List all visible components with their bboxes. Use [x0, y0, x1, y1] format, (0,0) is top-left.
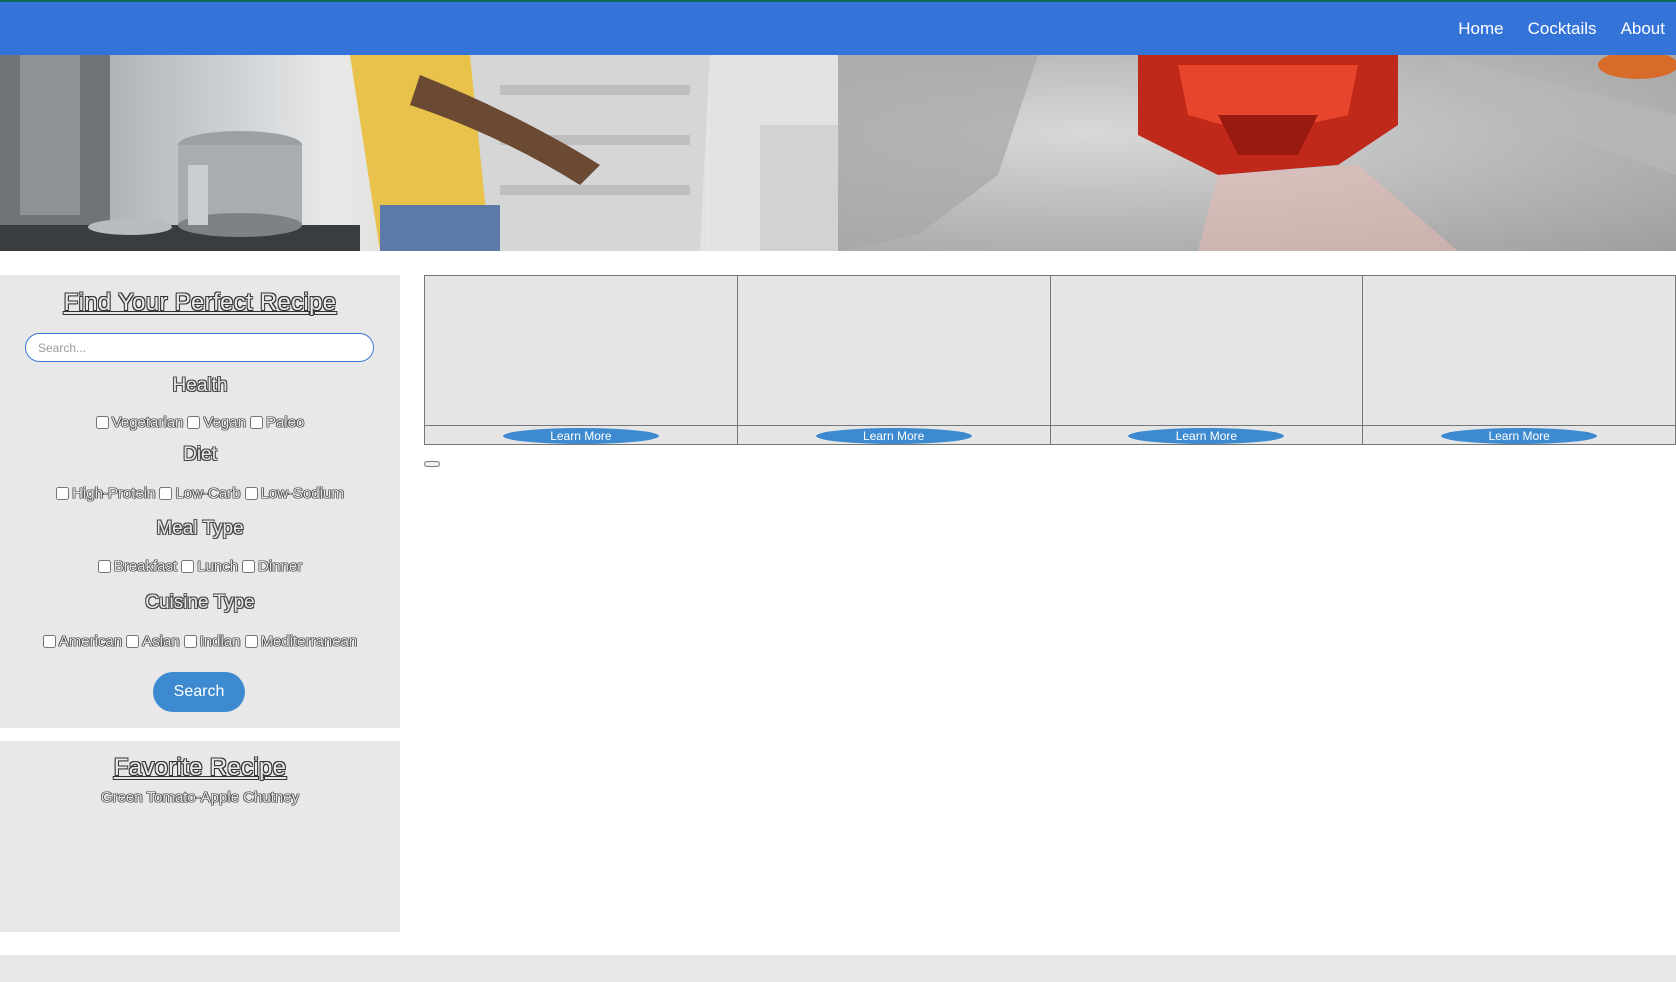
- recipe-card-grid: Learn More Learn More Learn More Learn M…: [424, 275, 1676, 445]
- search-input[interactable]: [25, 333, 374, 362]
- option-label: American: [58, 633, 123, 650]
- option-label: Paleo: [265, 414, 305, 431]
- option-vegan[interactable]: Vegan: [187, 414, 246, 431]
- checkbox-breakfast[interactable]: [97, 560, 111, 573]
- search-panel: Find Your Perfect Recipe Health Vegetari…: [0, 275, 400, 728]
- checkbox-vegan[interactable]: [187, 416, 201, 429]
- option-mediterranean[interactable]: Mediterranean: [244, 633, 358, 650]
- nav-link-cocktails[interactable]: Cocktails: [1528, 19, 1597, 39]
- option-dinner[interactable]: Dinner: [242, 558, 302, 575]
- option-lunch[interactable]: Lunch: [181, 558, 238, 575]
- recipe-card-image: [737, 276, 1050, 426]
- checkbox-asian[interactable]: [126, 635, 140, 648]
- recipe-card-image: [1050, 276, 1363, 426]
- navbar: Home Cocktails About: [0, 2, 1676, 55]
- search-button[interactable]: Search: [153, 672, 245, 712]
- favorites-panel: Favorite Recipe Green Tomato-Apple Chutn…: [0, 741, 400, 932]
- hero-image-cocktail: [838, 55, 1676, 251]
- option-label: Asian: [142, 633, 180, 650]
- option-paleo[interactable]: Paleo: [249, 414, 305, 431]
- nav-link-home[interactable]: Home: [1458, 19, 1503, 39]
- cocktail-illustration: [838, 55, 1676, 251]
- footer: [0, 955, 1676, 982]
- checkbox-paleo[interactable]: [249, 416, 263, 429]
- option-low-sodium[interactable]: Low-Sodium: [244, 485, 344, 502]
- diet-options: High-Protein Low-Carb Low-Sodium: [0, 485, 400, 502]
- option-indian[interactable]: Indian: [183, 633, 241, 650]
- health-options: Vegetarian Vegan Paleo: [0, 414, 400, 431]
- option-label: Vegan: [203, 414, 246, 431]
- learn-more-button[interactable]: Learn More: [1441, 428, 1598, 444]
- recipe-card: Learn More: [1363, 276, 1675, 444]
- option-label: Mediterranean: [260, 633, 358, 650]
- checkbox-low-sodium[interactable]: [244, 487, 258, 500]
- option-label: Indian: [199, 633, 241, 650]
- recipe-card: Learn More: [1050, 276, 1364, 444]
- checkbox-dinner[interactable]: [242, 560, 256, 573]
- learn-more-button[interactable]: Learn More: [815, 428, 972, 444]
- recipe-card-image: [425, 276, 737, 426]
- option-asian[interactable]: Asian: [126, 633, 180, 650]
- section-title-cuisine-type: Cuisine Type: [145, 592, 255, 613]
- option-label: Dinner: [258, 558, 303, 575]
- option-label: Breakfast: [113, 558, 178, 575]
- option-vegetarian[interactable]: Vegetarian: [95, 414, 184, 431]
- option-label: Lunch: [197, 558, 239, 575]
- section-title-meal-type: Meal Type: [156, 518, 244, 539]
- recipe-card: Learn More: [737, 276, 1051, 444]
- option-high-protein[interactable]: High-Protein: [56, 485, 155, 502]
- checkbox-low-carb[interactable]: [159, 487, 173, 500]
- learn-more-button[interactable]: Learn More: [502, 428, 659, 444]
- recipe-card-image: [1363, 276, 1675, 426]
- option-label: Low-Carb: [175, 485, 241, 502]
- hero-image-kitchen: [0, 55, 838, 251]
- option-label: High-Protein: [72, 485, 156, 502]
- checkbox-mediterranean[interactable]: [244, 635, 258, 648]
- section-title-diet: Diet: [183, 444, 217, 465]
- empty-small-button[interactable]: [424, 461, 440, 467]
- cuisine-type-options: American Asian Indian Mediterranean: [0, 633, 400, 650]
- checkbox-vegetarian[interactable]: [95, 416, 109, 429]
- favorite-recipe-item[interactable]: Green Tomato-Apple Chutney: [0, 789, 400, 806]
- meal-type-options: Breakfast Lunch Dinner: [0, 558, 400, 575]
- section-title-health: Health: [172, 375, 228, 396]
- kitchen-illustration: [0, 55, 838, 251]
- option-label: Vegetarian: [111, 414, 184, 431]
- option-breakfast[interactable]: Breakfast: [97, 558, 178, 575]
- option-label: Low-Sodium: [260, 485, 344, 502]
- hero-banner: [0, 55, 1676, 251]
- learn-more-button[interactable]: Learn More: [1128, 428, 1285, 444]
- checkbox-high-protein[interactable]: [56, 487, 70, 500]
- option-low-carb[interactable]: Low-Carb: [159, 485, 241, 502]
- recipe-card: Learn More: [425, 276, 738, 444]
- favorites-title: Favorite Recipe: [113, 754, 287, 781]
- checkbox-indian[interactable]: [183, 635, 197, 648]
- nav-link-about[interactable]: About: [1621, 19, 1665, 39]
- search-panel-title: Find Your Perfect Recipe: [63, 289, 337, 316]
- checkbox-lunch[interactable]: [181, 560, 195, 573]
- checkbox-american[interactable]: [42, 635, 56, 648]
- option-american[interactable]: American: [42, 633, 123, 650]
